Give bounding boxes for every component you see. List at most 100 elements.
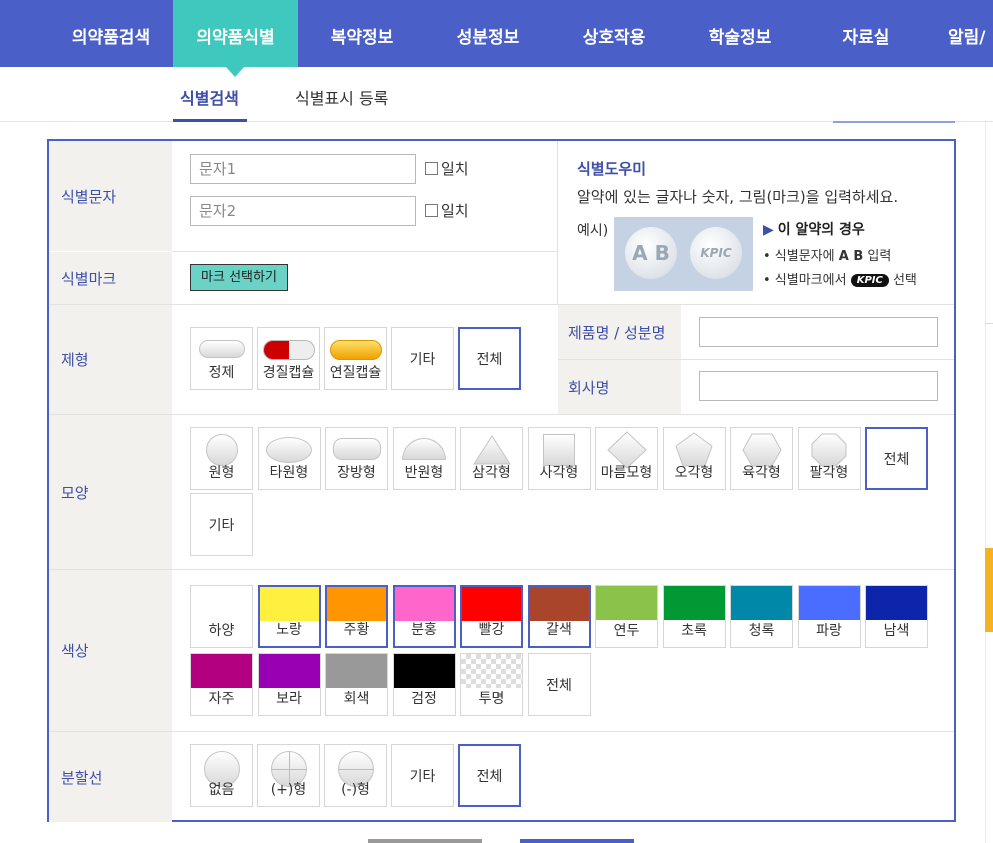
line-option[interactable]: 기타 [391,744,454,807]
option-label: 보라 [276,691,302,707]
color-option[interactable]: 청록 [730,585,793,648]
option-label: 갈색 [546,622,572,638]
right-edge-fragment [833,121,955,123]
char2-input[interactable]: 문자2 [190,196,416,226]
color-option[interactable]: 검정 [392,653,456,716]
line-option[interactable]: (-)형 [324,744,387,807]
color-swatch [394,587,454,621]
product-name-input[interactable] [699,317,938,347]
sub-nav: 식별검색 식별표시 등록 [0,67,993,122]
nav-item-interaction[interactable]: 상호작용 [552,0,676,67]
line-option[interactable]: 없음 [190,744,253,807]
shape-option[interactable]: 육각형 [730,427,793,490]
form-option[interactable]: 전체 [458,327,521,390]
option-label: 경질캡슐 [262,365,315,381]
line-option[interactable]: 전체 [458,744,521,807]
color-option[interactable]: 남색 [865,585,928,648]
color-option[interactable]: 주황 [325,585,388,648]
color-option[interactable]: 회색 [325,653,388,716]
form-option[interactable]: 기타 [391,327,454,390]
color-swatch [596,586,657,620]
shape-option[interactable]: 원형 [190,427,253,490]
option-label: 전체 [546,677,572,694]
kpic-mark-icon: KPIC [850,274,889,287]
color-option[interactable]: 보라 [257,653,321,716]
nav-item-drug-search[interactable]: 의약품검색 [50,0,172,67]
shape-option[interactable]: 전체 [865,427,928,490]
nav-item-academic-info[interactable]: 학술정보 [678,0,802,67]
line-option[interactable]: (+)형 [257,744,320,807]
option-label: 타원형 [269,465,309,481]
color-swatch [529,587,589,621]
form-option[interactable]: 경질캡슐 [257,327,320,390]
option-label: 남색 [883,623,910,639]
nav-item-drug-identification[interactable]: 의약품식별 [173,0,298,67]
shape-option[interactable]: 오각형 [662,427,726,490]
nav-item-library[interactable]: 자료실 [804,0,928,67]
option-label: 정제 [208,365,235,381]
divider [49,304,954,305]
char1-input[interactable]: 문자1 [190,154,416,184]
tab-identification-search[interactable]: 식별검색 [180,85,239,109]
option-label: 하양 [208,623,235,639]
char1-exact-checkbox[interactable]: 일치 [425,158,469,179]
shape-option[interactable]: 타원형 [257,427,321,490]
color-option[interactable]: 초록 [662,585,726,648]
color-option[interactable]: 분홍 [392,585,456,648]
option-label: 전체 [476,351,503,368]
option-label: 기타 [409,768,436,785]
divider [49,569,954,570]
divider [172,251,558,252]
shape-option[interactable]: 장방형 [325,427,388,490]
option-label: 기타 [409,351,436,368]
label-shape: 모양 [49,415,172,569]
color-option[interactable]: 투명 [460,653,523,716]
shape-option[interactable]: 삼각형 [460,427,523,490]
color-swatch [191,654,252,688]
color-option[interactable]: 갈색 [527,585,591,648]
nav-item-medication-info[interactable]: 복약정보 [300,0,424,67]
shape-option[interactable]: 기타 [190,493,253,556]
option-label: 파랑 [816,623,842,639]
color-option[interactable]: 하양 [190,585,253,648]
color-option[interactable]: 노랑 [257,585,321,648]
pill-kpic: KPIC [690,227,742,279]
top-nav: 의약품검색 의약품식별 복약정보 성분정보 상호작용 학술정보 자료실 알림/ [0,0,993,77]
form-option[interactable]: 연질캡슐 [324,327,387,390]
oblong-icon [332,438,381,460]
option-label: 팔각형 [809,465,849,481]
oval-icon [266,437,312,463]
shape-option[interactable]: 반원형 [392,427,456,490]
color-option[interactable]: 파랑 [797,585,861,648]
hard-capsule-icon [262,340,315,360]
company-name-input[interactable] [699,371,938,401]
option-label: 청록 [748,623,775,639]
tab-identification-register[interactable]: 식별표시 등록 [295,85,388,109]
nav-item-ingredient-info[interactable]: 성분정보 [426,0,550,67]
option-label: 주황 [343,622,370,638]
label-color: 색상 [49,570,172,731]
form-option[interactable]: 정제 [190,327,253,390]
color-swatch [258,654,320,688]
color-option[interactable]: 자주 [190,653,253,716]
color-option[interactable]: 빨강 [460,585,523,648]
select-mark-button[interactable]: 마크 선택하기 [190,264,288,291]
helper-example-label: 예시) [577,223,609,239]
example-pill-image: A B KPIC [614,217,753,291]
color-option[interactable]: 전체 [527,653,591,716]
label-line: 분할선 [49,732,172,822]
helper-line-1: • 식별문자에 A B 입력 [763,245,891,264]
color-option[interactable]: 연두 [595,585,658,648]
shape-option[interactable]: 팔각형 [797,427,861,490]
nav-item-notice[interactable]: 알림/ [948,0,993,67]
checkbox-label: 일치 [441,160,469,178]
color-swatch [393,654,455,688]
option-label: 없음 [208,782,235,798]
shape-option[interactable]: 사각형 [527,427,591,490]
shape-option[interactable]: 마름모형 [595,427,658,490]
bottom-button-left[interactable] [368,839,482,843]
helper-title: 식별도우미 [577,160,647,178]
bottom-button-right[interactable] [520,839,634,843]
option-label: 연질캡슐 [329,365,382,381]
char2-exact-checkbox[interactable]: 일치 [425,200,469,221]
